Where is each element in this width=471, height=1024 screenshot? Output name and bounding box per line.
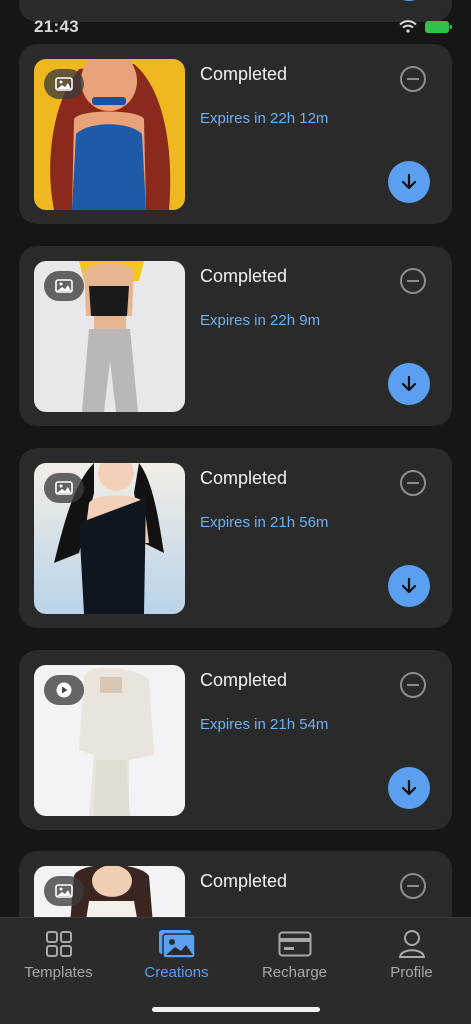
- download-button[interactable]: [388, 767, 430, 809]
- home-indicator[interactable]: [152, 1007, 320, 1012]
- minus-icon: [407, 78, 419, 80]
- person-icon: [398, 930, 425, 958]
- gallery-icon: [158, 930, 196, 959]
- minus-icon: [407, 280, 419, 282]
- tab-label: Creations: [144, 964, 209, 981]
- creation-card: Completed Expires in 22h 9m: [19, 246, 452, 426]
- download-button[interactable]: [388, 565, 430, 607]
- image-icon: [44, 69, 84, 99]
- status-label: Completed: [200, 266, 288, 286]
- status-label: Completed: [200, 670, 288, 690]
- remove-button[interactable]: [400, 672, 426, 698]
- tab-templates[interactable]: Templates: [0, 928, 117, 981]
- download-button[interactable]: [388, 161, 430, 203]
- expiry-label: Expires in 22h 9m: [200, 312, 321, 329]
- image-icon: [44, 473, 84, 503]
- minus-icon: [407, 482, 419, 484]
- tab-label: Templates: [24, 964, 93, 981]
- status-label: Completed: [200, 871, 288, 891]
- download-arrow-icon: [401, 779, 417, 796]
- tab-creations[interactable]: Creations: [118, 928, 235, 981]
- wifi-icon: [399, 20, 417, 33]
- image-icon: [44, 876, 84, 906]
- download-arrow-icon: [401, 375, 417, 392]
- remove-button[interactable]: [400, 66, 426, 92]
- tab-recharge[interactable]: Recharge: [236, 928, 353, 981]
- battery-icon: [425, 20, 452, 33]
- download-arrow-icon: [401, 173, 417, 190]
- expiry-label: Expires in 21h 56m: [200, 514, 329, 531]
- remove-button[interactable]: [400, 268, 426, 294]
- creation-card: Completed Expires in 22h 12m: [19, 44, 452, 224]
- download-button[interactable]: [388, 363, 430, 405]
- creation-thumbnail[interactable]: [34, 866, 185, 917]
- remove-button[interactable]: [400, 873, 426, 899]
- remove-button[interactable]: [400, 470, 426, 496]
- creation-thumbnail[interactable]: [34, 463, 185, 614]
- download-arrow-icon: [401, 577, 417, 594]
- minus-icon: [407, 684, 419, 686]
- expiry-label: Expires in 21h 54m: [200, 716, 329, 733]
- creation-card: Completed Expires in 21h 54m: [19, 650, 452, 830]
- card-icon: [278, 931, 311, 957]
- creation-thumbnail[interactable]: [34, 261, 185, 412]
- image-icon: [44, 271, 84, 301]
- tab-profile[interactable]: Profile: [353, 928, 470, 981]
- status-label: Completed: [200, 64, 288, 84]
- tab-label: Recharge: [261, 964, 328, 981]
- tab-label: Profile: [390, 964, 433, 981]
- play-icon: [44, 675, 84, 705]
- expiry-label: Expires in 22h 12m: [200, 110, 329, 127]
- minus-icon: [407, 885, 419, 887]
- status-label: Completed: [200, 468, 288, 488]
- creation-thumbnail[interactable]: [34, 665, 185, 816]
- grid-icon: [45, 931, 72, 957]
- status-time: 21:43: [34, 17, 79, 36]
- creation-card: Completed: [19, 851, 452, 917]
- creation-thumbnail[interactable]: [34, 59, 185, 210]
- creation-card: Completed Expires in 21h 56m: [19, 448, 452, 628]
- status-bar: 21:43: [0, 0, 471, 44]
- creations-feed[interactable]: Completed Expires in 22h 12m Completed E…: [0, 0, 471, 917]
